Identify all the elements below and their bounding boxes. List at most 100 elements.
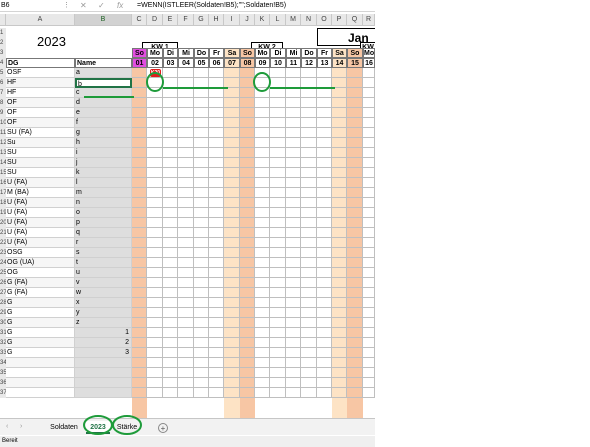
schedule-cell[interactable] xyxy=(163,328,178,338)
schedule-cell[interactable] xyxy=(178,328,194,338)
schedule-cell[interactable] xyxy=(317,138,332,148)
schedule-cell[interactable] xyxy=(301,318,317,328)
schedule-cell[interactable] xyxy=(270,378,286,388)
column-header-k[interactable]: K xyxy=(255,14,270,26)
schedule-cell[interactable] xyxy=(178,188,194,198)
schedule-cell[interactable] xyxy=(178,228,194,238)
schedule-cell[interactable] xyxy=(301,208,317,218)
schedule-cell[interactable] xyxy=(301,308,317,318)
dg-cell[interactable]: M (BA) xyxy=(6,188,75,198)
tab-soldaten[interactable]: Soldaten xyxy=(46,421,82,434)
dg-cell[interactable]: G xyxy=(6,298,75,308)
schedule-cell[interactable] xyxy=(286,118,301,128)
schedule-cell[interactable] xyxy=(301,258,317,268)
schedule-cell[interactable] xyxy=(163,228,178,238)
schedule-cell[interactable] xyxy=(178,168,194,178)
schedule-cell[interactable] xyxy=(178,208,194,218)
schedule-cell[interactable] xyxy=(286,328,301,338)
dg-cell[interactable]: OG xyxy=(6,268,75,278)
schedule-cell[interactable] xyxy=(363,248,375,258)
schedule-cell[interactable] xyxy=(347,348,363,358)
schedule-cell[interactable] xyxy=(194,98,209,108)
schedule-cell[interactable] xyxy=(301,218,317,228)
schedule-cell[interactable] xyxy=(147,238,163,248)
schedule-cell[interactable] xyxy=(347,218,363,228)
column-header-d[interactable]: D xyxy=(147,14,163,26)
schedule-cell[interactable] xyxy=(147,138,163,148)
schedule-cell[interactable] xyxy=(363,88,375,98)
schedule-cell[interactable] xyxy=(270,108,286,118)
schedule-cell[interactable] xyxy=(194,268,209,278)
schedule-cell[interactable] xyxy=(194,378,209,388)
schedule-cell[interactable] xyxy=(224,278,240,288)
schedule-cell[interactable] xyxy=(224,148,240,158)
schedule-cell[interactable] xyxy=(224,358,240,368)
tab-scroll-right-icon[interactable]: › xyxy=(20,422,30,432)
schedule-cell[interactable] xyxy=(194,248,209,258)
schedule-cell[interactable] xyxy=(163,178,178,188)
schedule-cell[interactable] xyxy=(301,278,317,288)
schedule-cell[interactable] xyxy=(347,88,363,98)
schedule-cell[interactable] xyxy=(132,298,147,308)
schedule-cell[interactable] xyxy=(209,308,224,318)
schedule-cell[interactable] xyxy=(363,178,375,188)
schedule-cell[interactable] xyxy=(270,118,286,128)
schedule-cell[interactable] xyxy=(332,298,347,308)
schedule-cell[interactable] xyxy=(347,168,363,178)
dg-cell[interactable]: G xyxy=(6,348,75,358)
schedule-cell[interactable] xyxy=(301,88,317,98)
schedule-cell[interactable] xyxy=(255,158,270,168)
schedule-cell[interactable] xyxy=(332,388,347,398)
dg-cell[interactable]: G (FA) xyxy=(6,288,75,298)
schedule-cell[interactable] xyxy=(347,128,363,138)
schedule-cell[interactable] xyxy=(194,208,209,218)
schedule-cell[interactable] xyxy=(224,128,240,138)
column-header-q[interactable]: Q xyxy=(347,14,363,26)
name-cell[interactable]: o xyxy=(75,208,132,218)
schedule-cell[interactable] xyxy=(132,278,147,288)
schedule-cell[interactable] xyxy=(240,258,255,268)
schedule-cell[interactable] xyxy=(347,278,363,288)
schedule-cell[interactable] xyxy=(194,128,209,138)
schedule-cell[interactable] xyxy=(332,208,347,218)
schedule-cell[interactable] xyxy=(347,188,363,198)
schedule-cell[interactable] xyxy=(178,388,194,398)
schedule-cell[interactable] xyxy=(255,178,270,188)
schedule-cell[interactable] xyxy=(209,248,224,258)
name-box[interactable]: B6 xyxy=(0,1,61,11)
schedule-cell[interactable] xyxy=(255,318,270,328)
schedule-cell[interactable] xyxy=(194,68,209,78)
schedule-cell[interactable] xyxy=(163,308,178,318)
schedule-cell[interactable] xyxy=(332,238,347,248)
schedule-cell[interactable] xyxy=(132,138,147,148)
schedule-cell[interactable] xyxy=(301,358,317,368)
schedule-cell[interactable] xyxy=(301,388,317,398)
name-cell[interactable]: h xyxy=(75,138,132,148)
schedule-cell[interactable] xyxy=(301,248,317,258)
schedule-cell[interactable] xyxy=(209,278,224,288)
schedule-cell[interactable] xyxy=(194,318,209,328)
dg-cell[interactable] xyxy=(6,368,75,378)
schedule-cell[interactable] xyxy=(301,188,317,198)
schedule-cell[interactable] xyxy=(147,378,163,388)
schedule-cell[interactable] xyxy=(301,288,317,298)
formula-input[interactable]: =WENN(ISTLEER(Soldaten!B5);"";Soldaten!B… xyxy=(137,1,286,11)
schedule-cell[interactable] xyxy=(301,368,317,378)
schedule-cell[interactable] xyxy=(317,188,332,198)
name-cell[interactable]: c xyxy=(75,88,132,98)
name-cell[interactable]: v xyxy=(75,278,132,288)
schedule-cell[interactable] xyxy=(209,98,224,108)
schedule-cell[interactable] xyxy=(332,68,347,78)
schedule-cell[interactable] xyxy=(255,308,270,318)
schedule-cell[interactable] xyxy=(270,298,286,308)
schedule-cell[interactable] xyxy=(209,298,224,308)
schedule-cell[interactable] xyxy=(286,78,301,88)
schedule-cell[interactable] xyxy=(209,218,224,228)
dg-cell[interactable]: G (FA) xyxy=(6,278,75,288)
column-header-b[interactable]: B xyxy=(75,14,132,26)
schedule-cell[interactable] xyxy=(147,318,163,328)
schedule-cell[interactable] xyxy=(224,348,240,358)
schedule-cell[interactable] xyxy=(240,168,255,178)
schedule-cell[interactable] xyxy=(363,148,375,158)
dg-cell[interactable]: SU xyxy=(6,168,75,178)
